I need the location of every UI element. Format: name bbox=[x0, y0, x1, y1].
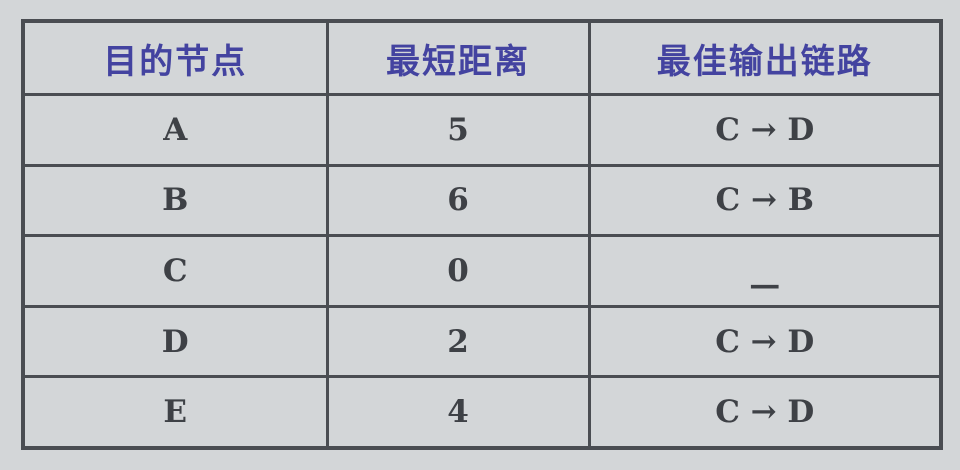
header-shortest-distance: 最短距离 bbox=[325, 19, 591, 96]
destination-node-cell: D bbox=[21, 304, 329, 379]
no-link-dash: — bbox=[749, 266, 781, 303]
header-row: 目的节点 最短距离 最佳输出链路 bbox=[21, 19, 943, 96]
destination-node-cell: C bbox=[21, 234, 329, 308]
output-link-cell: C → D bbox=[587, 93, 943, 167]
routing-table: 目的节点 最短距离 最佳输出链路 A 5 C → D B 6 C → B C 0… bbox=[21, 19, 943, 450]
table-row: D 2 C → D bbox=[21, 304, 943, 379]
destination-node-cell: E bbox=[21, 375, 329, 450]
shortest-distance-cell: 5 bbox=[325, 93, 591, 167]
shortest-distance-cell: 4 bbox=[325, 375, 591, 450]
table-row: C 0 — bbox=[21, 234, 943, 308]
output-link-cell: C → D bbox=[587, 375, 943, 450]
shortest-distance-cell: 2 bbox=[325, 304, 591, 379]
table-row: E 4 C → D bbox=[21, 375, 943, 450]
output-link-cell: C → D bbox=[587, 304, 943, 379]
table-row: A 5 C → D bbox=[21, 93, 943, 167]
destination-node-cell: B bbox=[21, 163, 329, 238]
shortest-distance-cell: 6 bbox=[325, 163, 591, 238]
header-destination-node: 目的节点 bbox=[21, 19, 329, 96]
destination-node-cell: A bbox=[21, 93, 329, 167]
output-link-cell: — bbox=[587, 234, 943, 308]
table-row: B 6 C → B bbox=[21, 163, 943, 238]
shortest-distance-cell: 0 bbox=[325, 234, 591, 308]
output-link-cell: C → B bbox=[587, 163, 943, 238]
header-best-output-link: 最佳输出链路 bbox=[587, 19, 943, 96]
